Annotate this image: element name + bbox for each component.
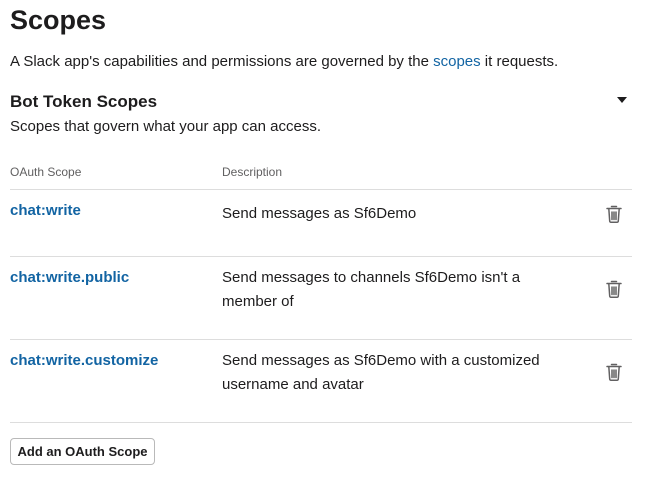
column-header-description: Description: [222, 165, 283, 179]
page-title: Scopes: [10, 5, 107, 35]
column-header-oauth-scope: OAuth Scope: [10, 165, 82, 179]
scope-description: Send messages as Sf6Demo with a customiz…: [222, 352, 540, 393]
caret-down-icon[interactable]: [617, 97, 627, 103]
table-divider: [10, 422, 632, 423]
table-divider: [10, 189, 632, 190]
trash-icon[interactable]: [605, 362, 623, 382]
scopes-link[interactable]: scopes: [433, 53, 481, 70]
table-divider: [10, 339, 632, 340]
intro-text-suffix: it requests.: [480, 53, 559, 70]
add-oauth-scope-button[interactable]: Add an OAuth Scope: [10, 438, 155, 465]
bot-token-scopes-subtitle: Scopes that govern what your app can acc…: [10, 118, 322, 135]
scope-name[interactable]: chat:write: [10, 201, 81, 221]
table-divider: [10, 256, 632, 257]
intro-text-prefix: A Slack app's capabilities and permissio…: [10, 53, 434, 70]
trash-icon[interactable]: [605, 204, 623, 224]
scope-description: Send messages as Sf6Demo: [222, 205, 417, 222]
bot-token-scopes-title: Bot Token Scopes: [10, 92, 158, 111]
trash-icon[interactable]: [605, 279, 623, 299]
scope-name[interactable]: chat:write.customize: [10, 351, 158, 371]
scope-name[interactable]: chat:write.public: [10, 268, 129, 288]
scope-description: Send messages to channels Sf6Demo isn't …: [222, 269, 521, 310]
scopes-intro: A Slack app's capabilities and permissio…: [10, 52, 558, 72]
